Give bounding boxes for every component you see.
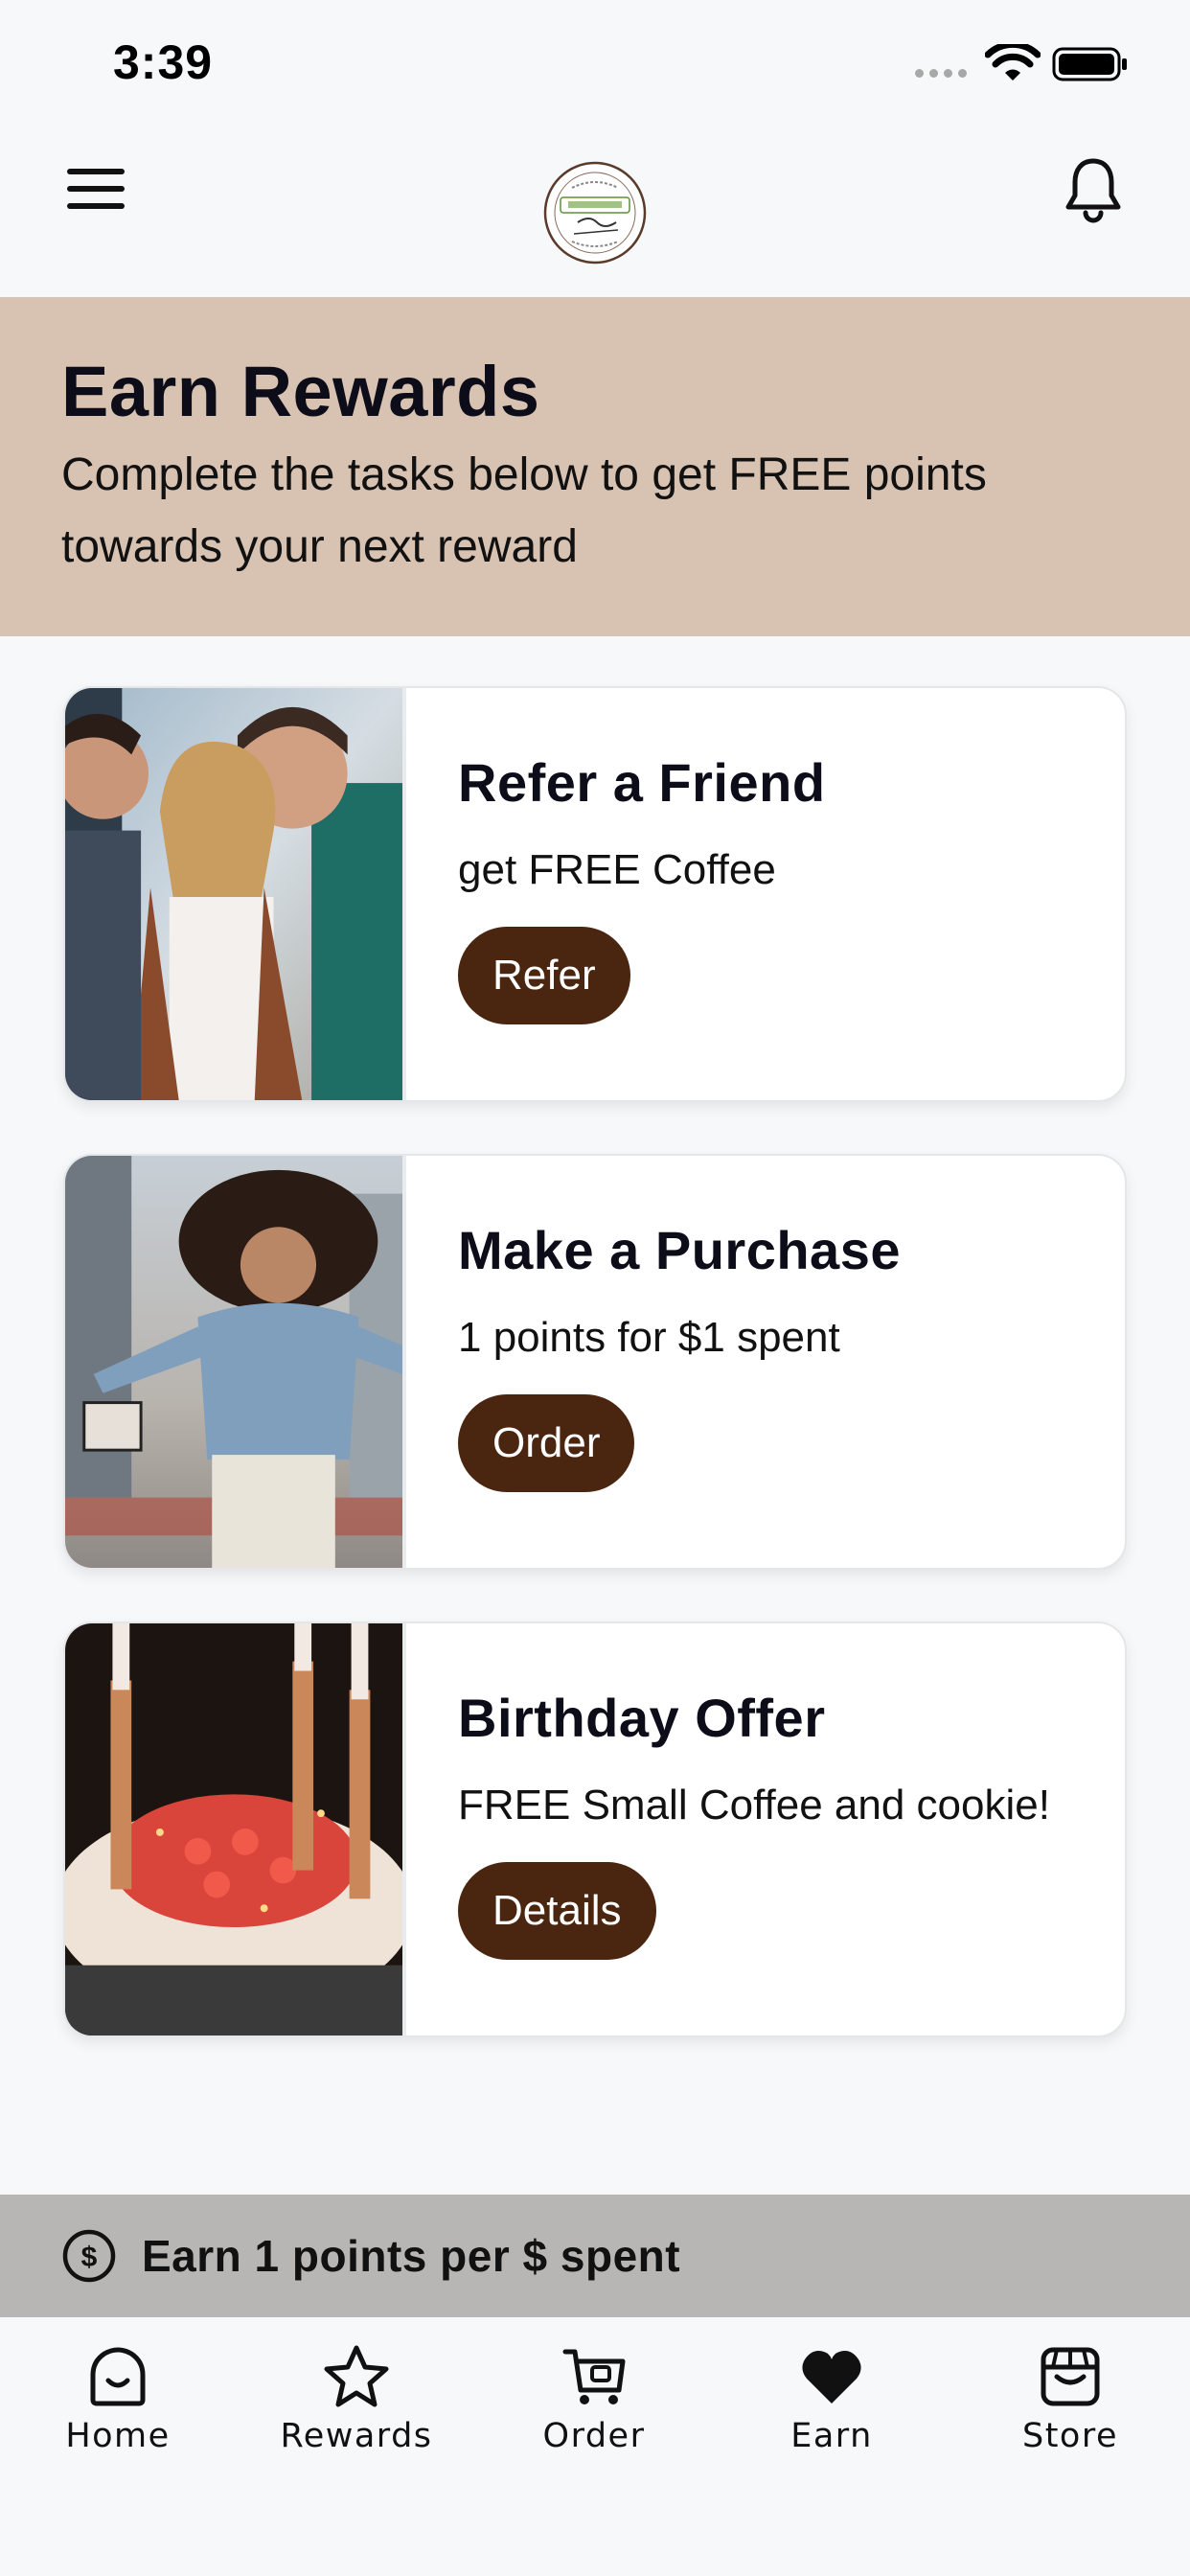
earn-rewards-banner: Earn Rewards Complete the tasks below to… [0,297,1190,636]
wifi-icon [985,44,1041,80]
card-title: Make a Purchase [458,1220,901,1280]
birthday-offer-card: Birthday Offer FREE Small Coffee and coo… [63,1622,1127,2037]
menu-icon[interactable] [67,169,125,213]
card-description: get FREE Coffee [458,846,776,893]
bell-icon[interactable] [1064,155,1123,226]
card-description: 1 points for $1 spent [458,1314,840,1361]
bottom-tab-bar: Home Rewards Order Earn Store [0,2317,1190,2576]
refer-button[interactable]: Refer [458,927,630,1024]
tab-order[interactable]: Order [498,2342,690,2476]
tab-label: Rewards [280,2417,433,2455]
tab-earn[interactable]: Earn [736,2342,927,2476]
card-title: Birthday Offer [458,1688,826,1748]
tab-label: Home [65,2417,171,2455]
points-info-bar: $ Earn 1 points per $ spent [0,2195,1190,2317]
status-bar: 3:39 [0,0,1190,125]
star-icon [324,2345,389,2407]
cart-icon [562,2349,626,2404]
card-title: Refer a Friend [458,752,826,813]
store-icon [1041,2347,1100,2406]
points-info-text: Earn 1 points per $ spent [142,2231,681,2281]
tab-home[interactable]: Home [22,2342,214,2476]
tab-store[interactable]: Store [974,2342,1166,2476]
friends-photo [65,688,406,1100]
tab-label: Store [1021,2417,1118,2455]
page-subtitle: Complete the tasks below to get FREE poi… [61,448,987,572]
svg-text:$: $ [81,2242,98,2273]
signal-icon [915,69,967,78]
card-description: FREE Small Coffee and cookie! [458,1782,1050,1828]
home-icon [90,2347,146,2406]
app-header [0,125,1190,297]
tab-label: Order [542,2417,646,2455]
heart-icon [802,2351,861,2404]
make-purchase-card: Make a Purchase 1 points for $1 spent Or… [63,1154,1127,1570]
details-button[interactable]: Details [458,1862,656,1960]
refer-friend-card: Refer a Friend get FREE Coffee Refer [63,686,1127,1102]
page-title: Earn Rewards [61,352,540,431]
tab-label: Earn [790,2417,873,2455]
dollar-coin-icon: $ [62,2229,116,2283]
woman-jumping-photo [65,1156,406,1568]
birthday-cake-photo [65,1623,406,2036]
battery-icon [1052,47,1127,81]
status-time: 3:39 [113,35,214,89]
order-button[interactable]: Order [458,1394,635,1492]
tab-rewards[interactable]: Rewards [261,2342,452,2476]
cafe-logo[interactable] [543,161,647,264]
